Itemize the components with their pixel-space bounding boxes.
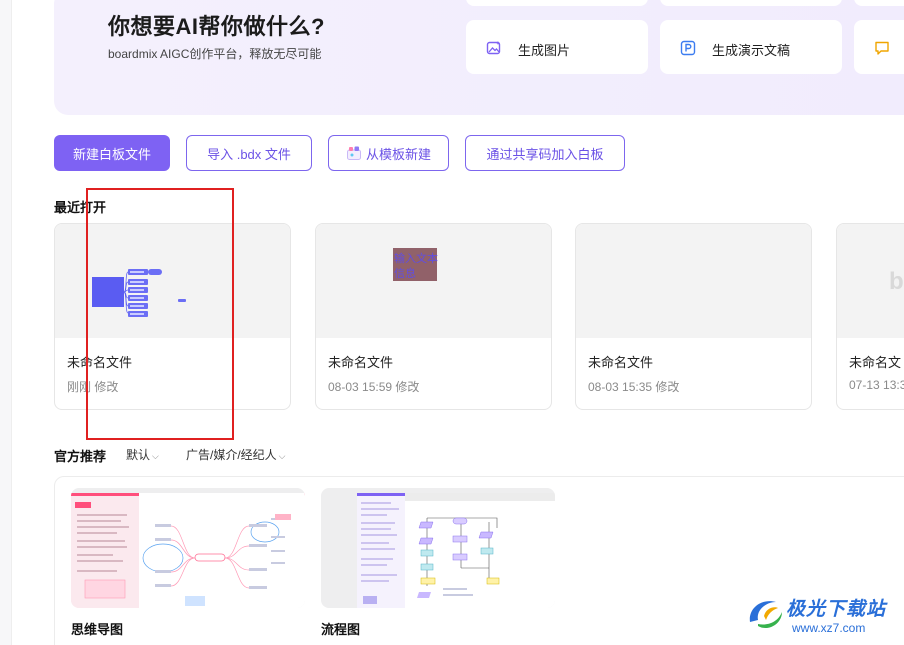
file-modified-time: 08-03 15:59 修改	[328, 380, 420, 394]
hero-subtitle: boardmix AIGC创作平台，释放无尽可能	[108, 47, 322, 61]
ai-card-chat[interactable]	[854, 20, 904, 74]
template-name: 流程图	[321, 622, 361, 637]
ai-card-top-1[interactable]	[466, 0, 648, 6]
file-name: 未命名文	[849, 355, 902, 370]
new-from-template-button[interactable]: 从模板新建	[328, 135, 449, 171]
sticky-text-line: 信息	[394, 268, 416, 280]
sort-filter-dropdown[interactable]: 默认 ⌵	[126, 446, 159, 463]
flowchart-template-preview	[357, 493, 555, 608]
file-modified-time: 07-13 13:3	[849, 378, 904, 392]
file-thumbnail: 输入文本 信息	[316, 224, 551, 338]
chevron-down-icon: ⌵	[278, 451, 286, 461]
new-from-template-label: 从模板新建	[365, 146, 431, 162]
thumbnail-logo-letter: b	[889, 268, 904, 295]
presentation-icon	[680, 40, 696, 56]
chevron-down-icon: ⌵	[152, 451, 159, 461]
mindmap-template-preview	[71, 493, 305, 608]
sort-filter-label: 默认	[126, 448, 151, 462]
ai-card-label: 生成图片	[518, 43, 571, 58]
ai-card-top-3[interactable]	[854, 0, 904, 6]
hero-title: 你想要AI帮你做什么?	[108, 14, 325, 39]
recent-file-card[interactable]: 输入文本 信息 未命名文件 08-03 15:59 修改	[315, 223, 552, 410]
sticky-text-line: 输入文本	[394, 253, 438, 265]
join-by-share-code-button[interactable]: 通过共享码加入白板	[465, 135, 625, 171]
watermark-title: 极光下载站	[786, 599, 887, 620]
image-sparkle-icon	[486, 41, 501, 55]
left-rail	[0, 0, 12, 645]
recommend-section-title: 官方推荐	[54, 449, 107, 464]
category-filter-label: 广告/媒介/经纪人	[186, 448, 277, 462]
annotation-highlight-box	[86, 188, 234, 440]
import-bdx-button[interactable]: 导入 .bdx 文件	[186, 135, 312, 171]
ai-card-generate-image[interactable]: 生成图片	[466, 20, 648, 74]
file-name: 未命名文件	[328, 355, 394, 370]
watermark-logo-icon	[749, 601, 782, 629]
ai-card-generate-presentation[interactable]: 生成演示文稿	[660, 20, 842, 74]
chat-bubble-icon	[875, 41, 889, 55]
template-gift-icon	[346, 146, 361, 160]
ai-card-top-2[interactable]	[660, 0, 842, 6]
template-card-flowchart[interactable]	[321, 488, 555, 608]
file-modified-time: 08-03 15:35 修改	[588, 380, 680, 394]
ai-card-label: 生成演示文稿	[712, 43, 791, 58]
watermark-url: www.xz7.com	[792, 621, 866, 635]
file-thumbnail: b	[837, 224, 904, 338]
text-sticky-thumbnail: 输入文本 信息	[393, 248, 438, 281]
recent-file-card[interactable]: 未命名文件 08-03 15:35 修改	[575, 223, 812, 410]
template-name: 思维导图	[71, 622, 124, 637]
category-filter-dropdown[interactable]: 广告/媒介/经纪人 ⌵	[186, 446, 286, 463]
file-thumbnail	[576, 224, 811, 338]
boardmix-home: 你想要AI帮你做什么? boardmix AIGC创作平台，释放无尽可能 生成图…	[0, 0, 904, 645]
site-watermark: 极光下载站 www.xz7.com	[744, 590, 904, 640]
new-board-button[interactable]: 新建白板文件	[54, 135, 170, 171]
template-card-mindmap[interactable]	[71, 488, 305, 608]
recent-file-card[interactable]: b 未命名文 07-13 13:3	[836, 223, 904, 410]
file-name: 未命名文件	[588, 355, 654, 370]
